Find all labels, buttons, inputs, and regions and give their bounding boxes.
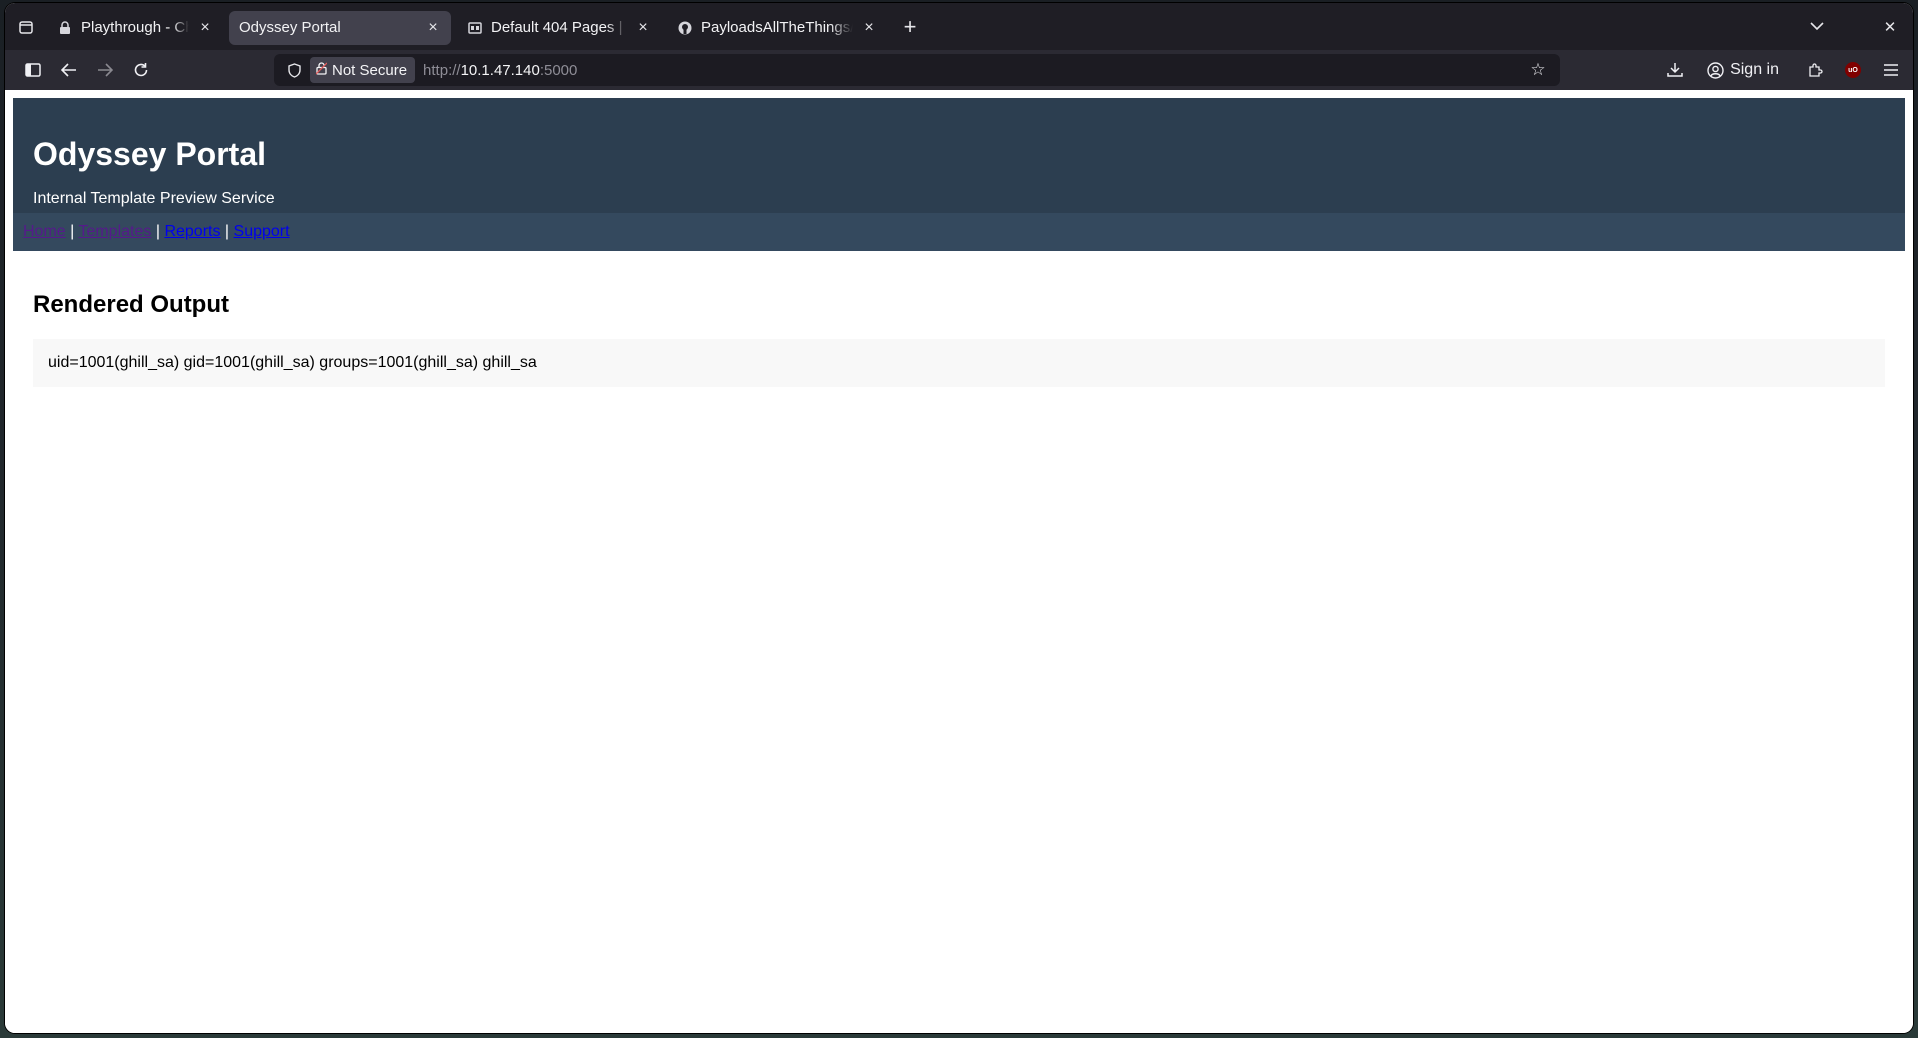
reload-icon[interactable] [123,54,159,86]
page-nav: Home | Templates | Reports | Support [13,213,1905,251]
sidebar-toggle-icon[interactable] [15,54,51,86]
ublock-extension-icon[interactable]: uO [1831,54,1869,86]
section-heading: Rendered Output [33,291,229,318]
sign-in-button[interactable]: Sign in [1691,54,1787,86]
ublock-badge: uO [1845,62,1861,78]
downloads-icon[interactable] [1659,54,1691,86]
tab-strip: Playthrough - Challenge L × Odyssey Port… [5,3,1913,50]
url-text[interactable]: http://10.1.47.140:5000 [423,62,577,79]
tab-payloads[interactable]: PayloadsAllTheThings/Ser × [667,11,887,45]
navigation-toolbar: Not Secure http://10.1.47.140:5000 ☆ Sig… [5,50,1913,90]
url-scheme: http:// [423,61,461,79]
page-subtitle: Internal Template Preview Service [33,190,275,207]
close-tab-icon[interactable]: × [423,18,443,38]
rendered-output-box: uid=1001(ghill_sa) gid=1001(ghill_sa) gr… [33,339,1885,387]
tab-title: Odyssey Portal [239,19,341,36]
close-tab-icon[interactable]: × [633,18,653,38]
toolbar-right: Sign in uO [1659,50,1913,90]
broken-lock-icon [315,62,328,78]
new-tab-plus-icon[interactable]: + [895,12,925,42]
tabstrip-controls: ✕ [1797,3,1913,50]
back-arrow-icon[interactable] [51,54,87,86]
account-icon [1707,61,1724,79]
tab-title: PayloadsAllTheThings/Ser [701,19,853,36]
forward-arrow-icon[interactable] [87,54,123,86]
page-icon [467,20,483,36]
tab-title: Default 404 Pages | 0xdf [491,19,627,36]
tab-odyssey-portal[interactable]: Odyssey Portal × [229,10,451,45]
page-header: Odyssey Portal Internal Template Preview… [13,98,1905,213]
close-window-icon[interactable]: ✕ [1877,14,1903,40]
hamburger-menu-icon[interactable] [1869,54,1913,86]
not-secure-badge[interactable]: Not Secure [310,57,416,83]
github-icon [677,20,693,36]
url-port: :5000 [539,61,578,79]
lock-icon [57,20,73,36]
nav-link-home[interactable]: Home [23,223,66,240]
close-tab-icon[interactable]: × [195,18,215,38]
url-host: 10.1.47.140 [460,61,540,79]
nav-separator: | [70,223,75,240]
tab-title: Playthrough - Challenge L [81,19,189,36]
bookmark-star-icon[interactable]: ☆ [1526,58,1550,82]
tracking-protection-shield-icon[interactable] [282,58,306,82]
nav-link-support[interactable]: Support [234,223,290,240]
sign-in-label: Sign in [1730,61,1779,78]
security-label: Not Secure [332,61,408,79]
extensions-puzzle-icon[interactable] [1787,54,1831,86]
firefox-view-icon[interactable] [5,3,47,50]
close-tab-icon[interactable]: × [859,18,879,38]
page-title: Odyssey Portal [33,136,266,172]
url-bar[interactable]: Not Secure http://10.1.47.140:5000 ☆ [274,54,1560,86]
tab-default-404[interactable]: Default 404 Pages | 0xdf × [457,11,661,45]
tab-playthrough[interactable]: Playthrough - Challenge L × [47,11,223,45]
nav-separator: | [155,223,160,240]
nav-link-reports[interactable]: Reports [164,223,220,240]
browser-window: Playthrough - Challenge L × Odyssey Port… [5,3,1913,1033]
nav-link-templates[interactable]: Templates [78,223,151,240]
page-main: Rendered Output uid=1001(ghill_sa) gid=1… [13,251,1905,407]
list-all-tabs-chevron-icon[interactable] [1797,7,1837,47]
page-viewport: Odyssey Portal Internal Template Preview… [5,90,1913,1033]
nav-separator: | [224,223,230,240]
